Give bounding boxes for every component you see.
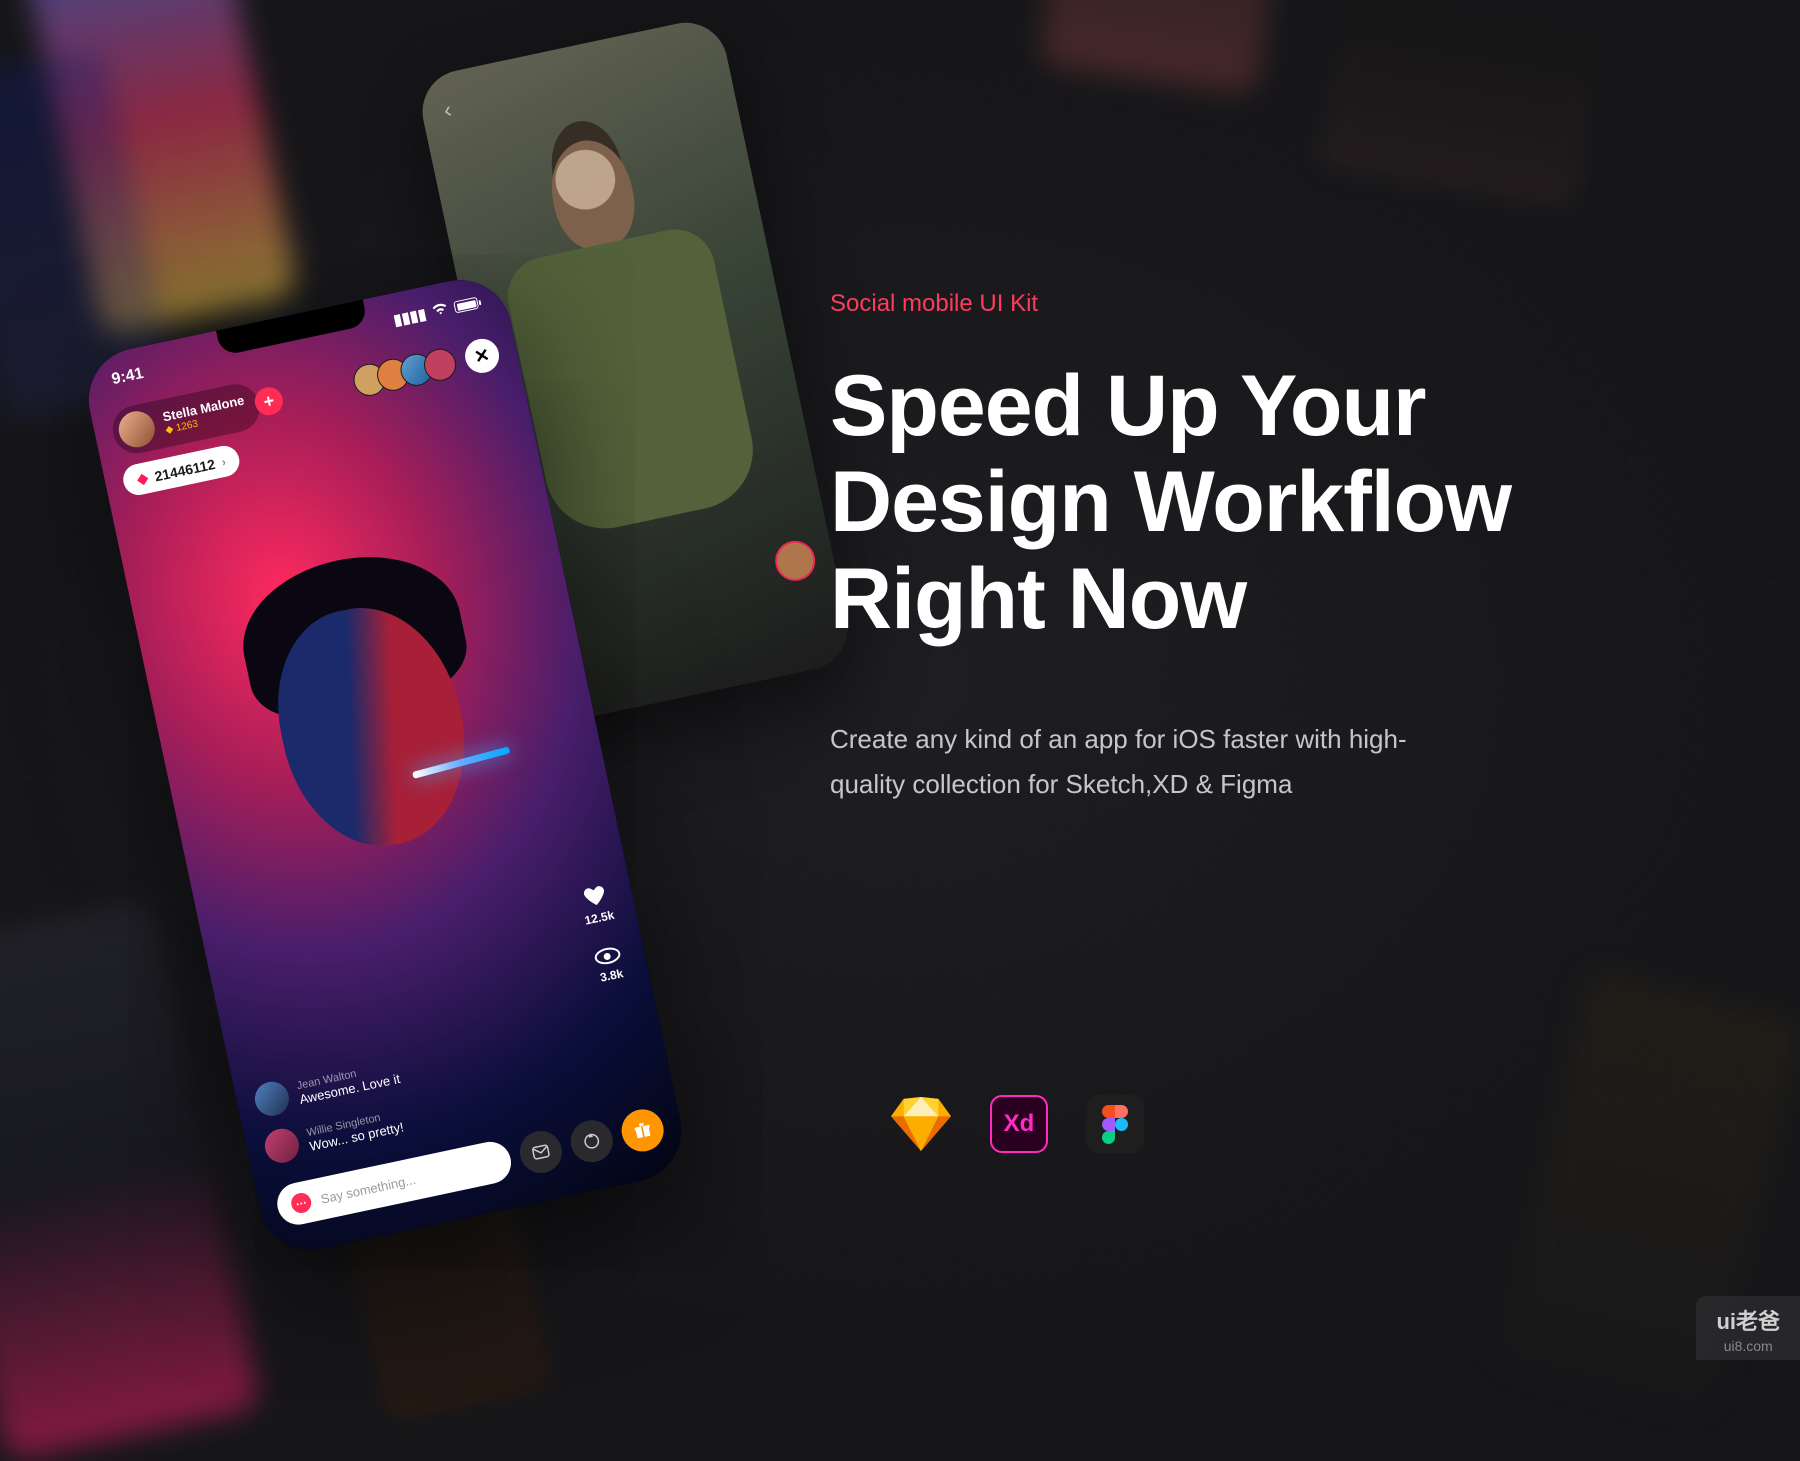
heart-icon (581, 882, 609, 909)
share-button[interactable] (567, 1116, 617, 1166)
subheadline: Create any kind of an app for iOS faster… (830, 717, 1450, 808)
gem-icon: ◆ (136, 469, 150, 488)
close-button[interactable]: ✕ (462, 336, 502, 376)
watermark: ui老爸 ui8.com (1696, 1296, 1800, 1360)
xd-label: Xd (1004, 1110, 1035, 1138)
watermark-line-2: ui8.com (1716, 1338, 1780, 1354)
eye-icon (593, 945, 622, 966)
watermark-line-1: ui老爸 (1716, 1304, 1780, 1336)
view-stat[interactable]: 3.8k (593, 945, 626, 985)
sketch-icon (890, 1097, 952, 1151)
avatar (115, 408, 158, 451)
background-phone-mockup (1316, 0, 1603, 211)
stream-host-chip[interactable]: Stella Malone ◆1263 (108, 380, 264, 458)
like-stat[interactable]: 12.5k (578, 881, 616, 927)
comment-list: Jean Walton Awesome. Love it Willie Sing… (252, 1055, 412, 1166)
share-icon (580, 1129, 604, 1153)
signal-icon: ▮▮▮▮ (392, 305, 428, 329)
headline: Speed Up Your Design Workflow Right Now (830, 358, 1650, 647)
back-icon: ‹ (441, 97, 454, 124)
mail-icon (529, 1140, 553, 1164)
avatar (771, 537, 818, 584)
chevron-right-icon: › (220, 454, 227, 469)
avatar (262, 1126, 302, 1166)
battery-icon (453, 297, 479, 314)
gem-count: 21446112 (153, 455, 217, 483)
background-phone-mockup (1039, 0, 1282, 94)
wifi-icon (430, 301, 450, 321)
like-count: 12.5k (583, 908, 615, 928)
comment-placeholder: Say something... (319, 1171, 417, 1206)
gift-button[interactable] (618, 1106, 668, 1156)
eyebrow-text: Social mobile UI Kit (830, 290, 1650, 318)
message-button[interactable] (516, 1127, 566, 1177)
view-count: 3.8k (599, 966, 625, 985)
figma-icon (1086, 1095, 1144, 1153)
gem-icon: ◆ (165, 423, 175, 435)
tool-icons-row: Xd (890, 1095, 1144, 1153)
comment-icon: ⋯ (289, 1191, 313, 1215)
gift-icon (631, 1119, 655, 1143)
viewer-avatars[interactable] (358, 346, 459, 397)
status-time: 9:41 (110, 365, 145, 389)
avatar (252, 1079, 292, 1119)
adobe-xd-icon: Xd (990, 1095, 1048, 1153)
